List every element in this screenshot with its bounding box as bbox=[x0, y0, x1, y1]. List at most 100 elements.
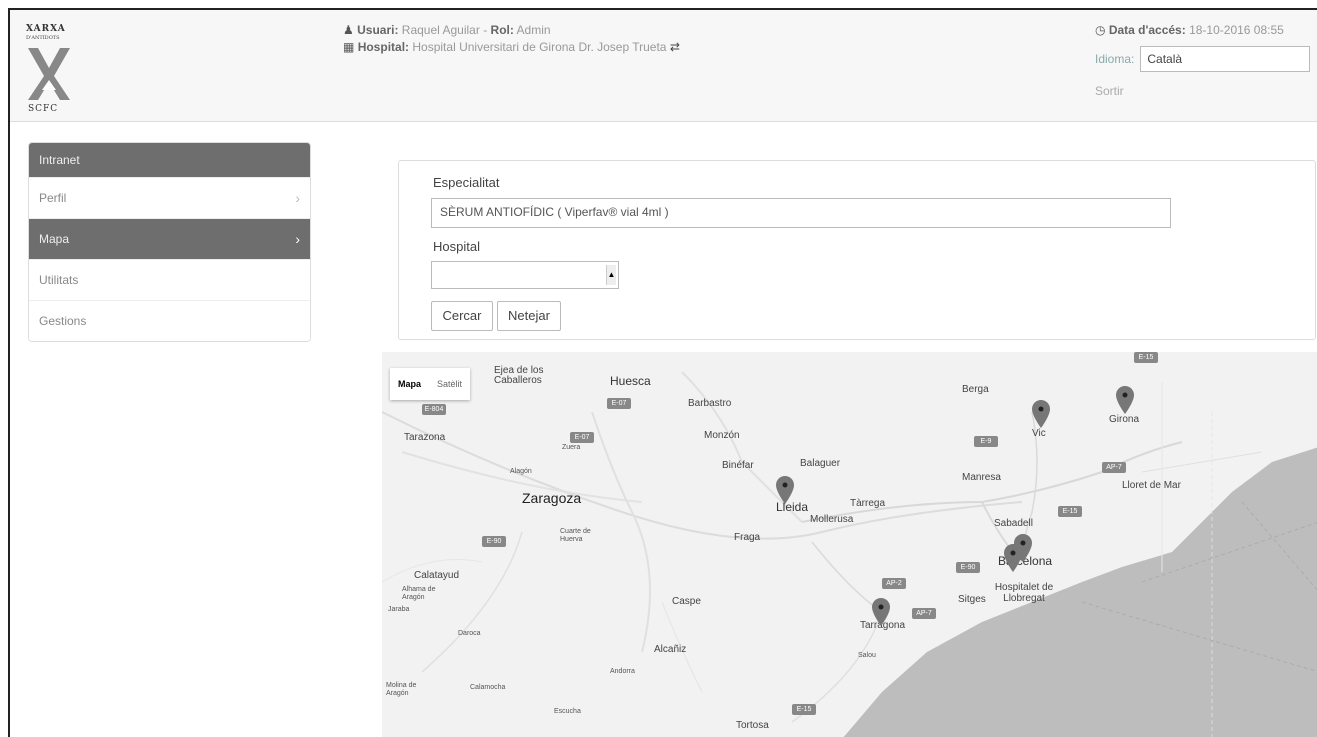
language-label: Idioma: bbox=[1095, 52, 1135, 66]
search-panel: Especialitat SÈRUM ANTIOFÍDIC ( Viperfav… bbox=[398, 160, 1316, 340]
map-label-tarazona: Tarazona bbox=[404, 432, 446, 443]
logo-x-icon bbox=[28, 48, 70, 100]
map-label-hospitalet: Hospitalet de Llobregat bbox=[994, 582, 1054, 604]
map-label-vic: Vic bbox=[1032, 428, 1046, 439]
role-label: Rol: bbox=[490, 23, 514, 37]
user-info: ♟ Usuari: Raquel Aguilar - Rol: Admin ▦ … bbox=[343, 22, 680, 56]
chevron-right-icon: › bbox=[295, 231, 300, 247]
road-shield: AP-7 bbox=[1102, 462, 1126, 473]
map-label-caspe: Caspe bbox=[672, 596, 701, 607]
map-label-escucha: Escucha bbox=[554, 708, 581, 715]
road-shield: E-804 bbox=[422, 404, 446, 415]
clear-button[interactable]: Netejar bbox=[497, 301, 561, 331]
map-type-map-button[interactable]: Mapa bbox=[390, 368, 429, 400]
hospital-icon: ▦ bbox=[343, 40, 355, 54]
specialty-label: Especialitat bbox=[433, 175, 500, 190]
hospital-name: Hospital Universitari de Girona Dr. Jose… bbox=[412, 40, 667, 54]
map-label-sitges: Sitges bbox=[958, 594, 986, 605]
map-label-berga: Berga bbox=[962, 384, 989, 395]
logo[interactable]: XARXA D'ANTÍDOTS SCFC bbox=[26, 24, 96, 116]
hospital-label: Hospital: bbox=[357, 40, 410, 54]
hospital-select[interactable]: ▲ bbox=[431, 261, 619, 289]
map-label-molina: Molina de Aragón bbox=[386, 682, 417, 697]
sidebar-item-label: Mapa bbox=[39, 232, 70, 246]
specialty-value: SÈRUM ANTIOFÍDIC ( Viperfav® vial 4ml ) bbox=[440, 205, 669, 219]
road-shield: E-15 bbox=[792, 704, 816, 715]
sidebar-item-mapa[interactable]: Mapa › bbox=[29, 218, 310, 259]
access-info: ◷ Data d'accés: 18-10-2016 08:55 bbox=[1095, 22, 1284, 39]
sidebar-heading: Intranet bbox=[29, 143, 310, 177]
logo-subtitle: D'ANTÍDOTS bbox=[26, 35, 60, 41]
map-label-huesca: Huesca bbox=[610, 374, 651, 388]
map-label-tortosa: Tortosa bbox=[736, 720, 769, 731]
sidebar-item-perfil[interactable]: Perfil › bbox=[29, 177, 310, 218]
map-label-alcaniz: Alcañiz bbox=[654, 644, 687, 655]
road-shield: E-15 bbox=[1134, 352, 1158, 363]
map-view[interactable]: Mapa Satèlit Ejea de los Caballeros Hues… bbox=[382, 352, 1317, 737]
map-label-calatayud: Calatayud bbox=[414, 570, 460, 581]
switch-hospital-icon[interactable]: ⇄ bbox=[670, 40, 680, 54]
road-shield: E-07 bbox=[607, 398, 631, 409]
language-row: Idioma: Català bbox=[1095, 46, 1311, 72]
header-bar: XARXA D'ANTÍDOTS SCFC ♟ Usuari: Raquel A… bbox=[10, 10, 1317, 122]
map-label-tarrega: Tàrrega bbox=[850, 498, 886, 509]
map-label-zuera: Zuera bbox=[562, 444, 581, 451]
user-role: Admin bbox=[516, 23, 551, 37]
map-pin-lleida-icon[interactable] bbox=[776, 476, 794, 504]
user-name: Raquel Aguilar bbox=[401, 23, 480, 37]
road-shield: AP-7 bbox=[912, 608, 936, 619]
map-label-salou: Salou bbox=[858, 652, 876, 659]
sidebar-item-label: Utilitats bbox=[39, 273, 79, 287]
map-label-girona: Girona bbox=[1109, 414, 1140, 425]
road-shield: E-9 bbox=[974, 436, 998, 447]
map-type-satellite-button[interactable]: Satèlit bbox=[429, 368, 470, 400]
user-separator: - bbox=[483, 23, 488, 37]
map-label-balaguer: Balaguer bbox=[800, 458, 841, 469]
road-shield: AP-2 bbox=[882, 578, 906, 589]
map-label-cuarte: Cuarte de Huerva bbox=[560, 528, 591, 543]
map-pin-barcelona-2-icon[interactable] bbox=[1004, 544, 1022, 572]
search-button[interactable]: Cercar bbox=[431, 301, 493, 331]
map-label-andorra: Andorra bbox=[610, 668, 635, 675]
specialty-input[interactable]: SÈRUM ANTIOFÍDIC ( Viperfav® vial 4ml ) bbox=[431, 198, 1171, 228]
logo-title: XARXA bbox=[26, 24, 66, 34]
access-date: 18-10-2016 08:55 bbox=[1189, 23, 1284, 37]
language-select[interactable]: Català bbox=[1140, 46, 1311, 72]
access-label: Data d'accés: bbox=[1108, 23, 1186, 37]
sidebar: Intranet Perfil › Mapa › Utilitats Gesti… bbox=[28, 142, 311, 342]
map-label-ejea: Ejea de los Caballeros bbox=[494, 365, 544, 386]
app-frame: XARXA D'ANTÍDOTS SCFC ♟ Usuari: Raquel A… bbox=[8, 8, 1317, 737]
logo-acronym: SCFC bbox=[28, 104, 59, 114]
map-label-zaragoza: Zaragoza bbox=[522, 490, 582, 506]
map-label-monzon: Monzón bbox=[704, 430, 740, 441]
map-pin-vic-icon[interactable] bbox=[1032, 400, 1050, 428]
map-label-alhama: Alhama de Aragón bbox=[402, 586, 436, 601]
road-shield: E-90 bbox=[482, 536, 506, 547]
sidebar-item-gestions[interactable]: Gestions bbox=[29, 300, 310, 341]
user-label: Usuari: bbox=[357, 23, 399, 37]
map-label-fraga: Fraga bbox=[734, 532, 761, 543]
road-shield: E-90 bbox=[956, 562, 980, 573]
user-icon: ♟ bbox=[343, 23, 354, 37]
map-label-lloret: Lloret de Mar bbox=[1122, 480, 1181, 491]
map-label-binefar: Binéfar bbox=[722, 460, 754, 471]
sidebar-item-label: Perfil bbox=[39, 191, 67, 205]
sidebar-item-utilitats[interactable]: Utilitats bbox=[29, 259, 310, 300]
language-value: Català bbox=[1147, 52, 1183, 66]
map-background bbox=[382, 352, 1317, 737]
map-label-barbastro: Barbastro bbox=[688, 398, 732, 409]
map-label-alagon: Alagón bbox=[510, 468, 532, 475]
road-shield: E-07 bbox=[570, 432, 594, 443]
map-type-control: Mapa Satèlit bbox=[390, 368, 471, 400]
map-label-manresa: Manresa bbox=[962, 472, 1001, 483]
chevron-right-icon: › bbox=[295, 190, 300, 206]
map-label-jaraba: Jaraba bbox=[388, 606, 410, 613]
logout-link[interactable]: Sortir bbox=[1095, 84, 1124, 98]
map-pin-girona-icon[interactable] bbox=[1116, 386, 1134, 414]
map-label-calamocha: Calamocha bbox=[470, 684, 506, 691]
map-label-sabadell: Sabadell bbox=[994, 518, 1033, 529]
map-pin-tarragona-icon[interactable] bbox=[872, 598, 890, 626]
sidebar-item-label: Gestions bbox=[39, 314, 87, 328]
clock-icon: ◷ bbox=[1095, 23, 1106, 37]
road-shield: E-15 bbox=[1058, 506, 1082, 517]
